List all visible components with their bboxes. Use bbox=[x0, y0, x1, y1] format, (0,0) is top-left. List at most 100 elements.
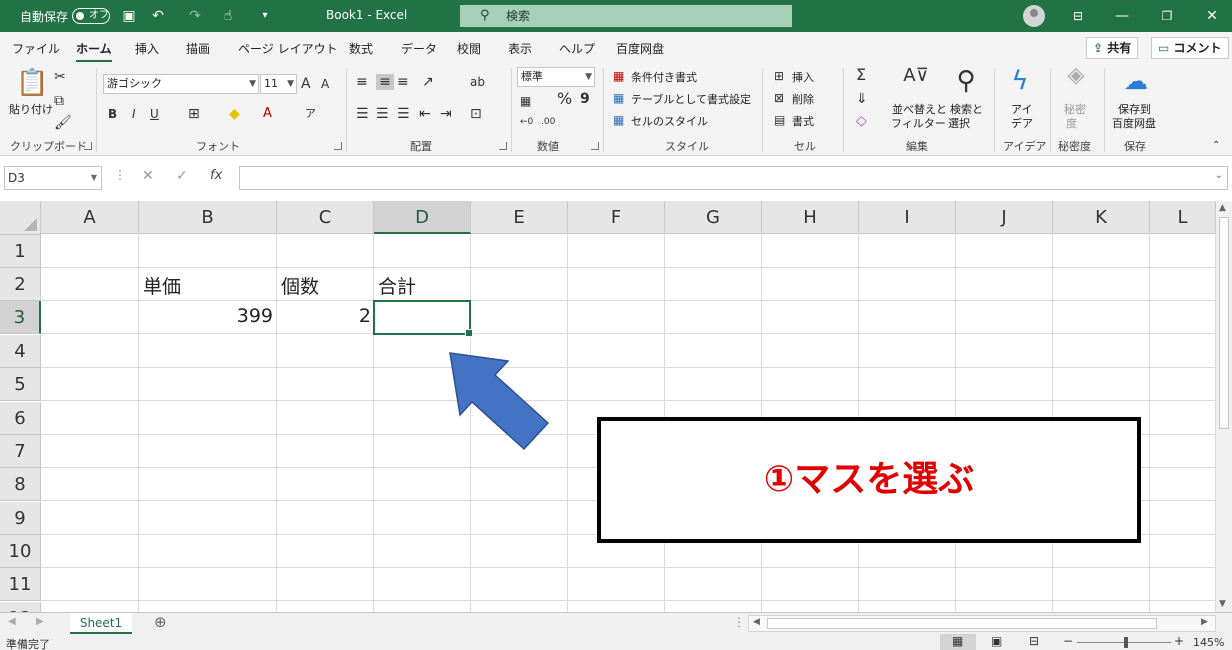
column-header-L[interactable]: L bbox=[1150, 201, 1216, 234]
tab-baidu[interactable]: 百度网盘 bbox=[616, 40, 664, 57]
tab-insert[interactable]: 挿入 bbox=[135, 40, 159, 57]
font-launcher-icon[interactable] bbox=[334, 142, 342, 150]
cell-C3[interactable]: 2 bbox=[277, 305, 371, 327]
column-header-E[interactable]: E bbox=[471, 201, 568, 234]
collapse-ribbon-icon[interactable]: ⌃ bbox=[1212, 138, 1220, 154]
column-header-F[interactable]: F bbox=[568, 201, 665, 234]
font-size-select[interactable]: 11 ▼ bbox=[260, 74, 297, 94]
search-box[interactable]: ⚲ 検索 bbox=[460, 5, 792, 27]
paste-icon[interactable]: 📋 bbox=[16, 68, 48, 98]
scroll-down-icon[interactable]: ▼ bbox=[1219, 599, 1226, 609]
scroll-thumb[interactable] bbox=[1219, 217, 1229, 429]
cell-styles-button[interactable]: セルのスタイル bbox=[631, 113, 708, 129]
percent-button[interactable]: % bbox=[557, 91, 572, 107]
copy-icon[interactable]: ⧉ bbox=[54, 93, 64, 109]
font-color-icon[interactable]: A bbox=[263, 106, 272, 122]
scroll-left-icon[interactable]: ◀ bbox=[753, 617, 760, 627]
tab-data[interactable]: データ bbox=[401, 40, 437, 57]
row-header-7[interactable]: 7 bbox=[0, 435, 41, 468]
tab-page-layout[interactable]: ページ レイアウト bbox=[238, 40, 338, 57]
cut-icon[interactable]: ✂ bbox=[54, 69, 66, 85]
row-header-2[interactable]: 2 bbox=[0, 268, 41, 301]
sensitivity-label-2[interactable]: 度 bbox=[1066, 115, 1077, 131]
tab-home[interactable]: ホーム bbox=[76, 40, 112, 63]
sort-filter-label-2[interactable]: フィルター bbox=[891, 115, 946, 131]
undo-icon[interactable]: ↶ bbox=[148, 6, 168, 26]
row-header-12[interactable]: 12 bbox=[0, 602, 41, 612]
cell-D2[interactable]: 合計 bbox=[378, 272, 416, 299]
save-baidu-label-2[interactable]: 百度网盘 bbox=[1112, 115, 1156, 131]
clear-icon[interactable]: ◇ bbox=[856, 113, 867, 129]
active-cell-D3[interactable] bbox=[373, 300, 473, 337]
decrease-font-icon[interactable]: A bbox=[321, 76, 329, 92]
italic-button[interactable]: I bbox=[132, 106, 136, 122]
zoom-slider-thumb[interactable] bbox=[1124, 637, 1128, 648]
tab-file[interactable]: ファイル bbox=[12, 40, 60, 57]
minimize-icon[interactable]: — bbox=[1112, 6, 1132, 26]
row-header-5[interactable]: 5 bbox=[0, 368, 41, 401]
align-center-icon[interactable]: ☰ bbox=[376, 106, 389, 122]
tab-draw[interactable]: 描画 bbox=[186, 40, 210, 57]
tab-review[interactable]: 校閲 bbox=[457, 40, 481, 57]
worksheet-grid[interactable]: ABCDEFGHIJKL 123456789101112 単価 個数 合計 39… bbox=[0, 201, 1216, 612]
row-header-11[interactable]: 11 bbox=[0, 568, 41, 601]
confirm-entry-icon[interactable]: ✓ bbox=[176, 168, 188, 184]
number-format-select[interactable]: 標準 ▼ bbox=[517, 67, 595, 87]
scroll-up-icon[interactable]: ▲ bbox=[1219, 203, 1226, 213]
align-middle-icon[interactable]: ≡ bbox=[376, 74, 394, 90]
zoom-level[interactable]: 145% bbox=[1193, 636, 1224, 649]
merge-center-icon[interactable]: ⊡ bbox=[470, 106, 482, 122]
restore-icon[interactable]: ❐ bbox=[1157, 6, 1177, 26]
autosum-icon[interactable]: Σ bbox=[856, 67, 866, 83]
zoom-in-icon[interactable]: + bbox=[1174, 634, 1184, 648]
column-header-A[interactable]: A bbox=[41, 201, 139, 234]
share-button[interactable]: ⇪ 共有 bbox=[1086, 37, 1139, 59]
horizontal-scroll-thumb[interactable] bbox=[767, 618, 1157, 629]
row-header-3[interactable]: 3 bbox=[0, 301, 41, 334]
column-header-C[interactable]: C bbox=[277, 201, 374, 234]
tab-formulas[interactable]: 数式 bbox=[349, 40, 373, 57]
column-header-K[interactable]: K bbox=[1053, 201, 1150, 234]
select-all-corner[interactable] bbox=[0, 201, 41, 235]
decrease-decimal-icon[interactable]: .00 bbox=[541, 114, 555, 130]
tab-splitter-icon[interactable]: ⋮ bbox=[733, 615, 745, 629]
column-header-H[interactable]: H bbox=[762, 201, 859, 234]
zoom-out-icon[interactable]: − bbox=[1063, 634, 1073, 648]
ideas-label-2[interactable]: デア bbox=[1011, 115, 1033, 131]
customize-qat-icon[interactable]: ▾ bbox=[255, 6, 275, 26]
align-bottom-icon[interactable]: ≡ bbox=[397, 74, 409, 90]
page-break-view-icon[interactable]: ⊟ bbox=[1029, 634, 1039, 648]
row-header-1[interactable]: 1 bbox=[0, 235, 41, 268]
format-cells-button[interactable]: 書式 bbox=[792, 113, 814, 129]
close-icon[interactable]: ✕ bbox=[1202, 6, 1222, 26]
phonetic-icon[interactable]: ア bbox=[305, 106, 316, 122]
column-header-G[interactable]: G bbox=[665, 201, 762, 234]
redo-icon[interactable]: ↷ bbox=[185, 6, 205, 26]
horizontal-scrollbar[interactable]: ◀ ▶ bbox=[748, 615, 1216, 632]
column-header-B[interactable]: B bbox=[139, 201, 277, 234]
orientation-icon[interactable]: ↗ bbox=[422, 74, 434, 90]
cancel-entry-icon[interactable]: ✕ bbox=[142, 168, 154, 184]
autosave-toggle[interactable]: オフ bbox=[72, 8, 110, 24]
alignment-launcher-icon[interactable] bbox=[499, 142, 507, 150]
column-header-J[interactable]: J bbox=[956, 201, 1053, 234]
column-header-I[interactable]: I bbox=[859, 201, 956, 234]
cell-B2[interactable]: 単価 bbox=[143, 272, 181, 299]
comma-style-button[interactable]: 9 bbox=[580, 91, 590, 107]
add-sheet-icon[interactable]: ⊕ bbox=[154, 613, 167, 631]
account-avatar[interactable] bbox=[1023, 5, 1045, 27]
vertical-scrollbar[interactable]: ▲ ▼ bbox=[1216, 201, 1232, 612]
comment-button[interactable]: ▭ コメント bbox=[1151, 37, 1229, 59]
prev-sheet-icon[interactable]: ◀ bbox=[8, 616, 16, 627]
align-right-icon[interactable]: ☰ bbox=[397, 106, 410, 122]
format-as-table-button[interactable]: テーブルとして書式設定 bbox=[631, 91, 751, 107]
borders-icon[interactable]: ⊞ bbox=[188, 106, 200, 122]
font-name-select[interactable]: 游ゴシック ▼ bbox=[103, 74, 259, 94]
fill-icon[interactable]: ⇓ bbox=[856, 91, 868, 107]
format-painter-icon[interactable]: 🖌 bbox=[54, 115, 72, 131]
increase-indent-icon[interactable]: ⇥ bbox=[440, 106, 452, 122]
row-header-10[interactable]: 10 bbox=[0, 535, 41, 568]
paste-button-label[interactable]: 貼り付け bbox=[9, 101, 53, 117]
find-select-label-2[interactable]: 選択 bbox=[948, 115, 970, 131]
decrease-indent-icon[interactable]: ⇤ bbox=[419, 106, 431, 122]
